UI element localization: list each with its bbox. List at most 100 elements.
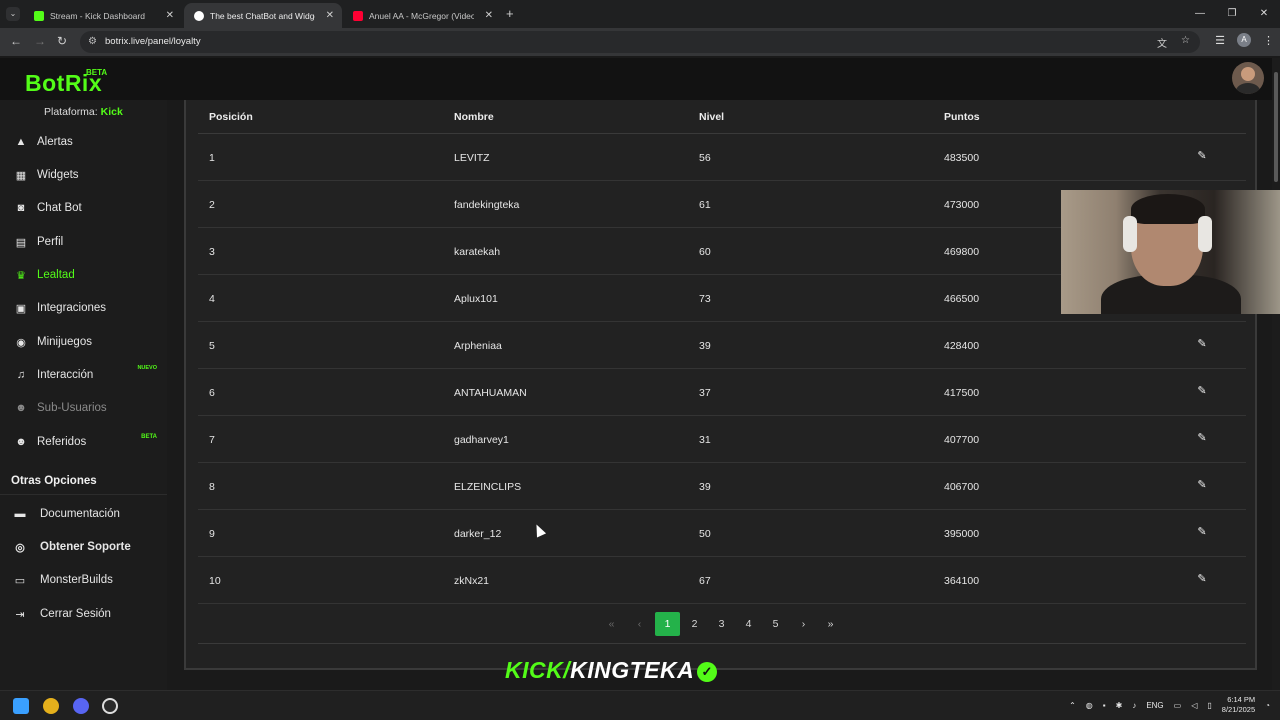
- reading-list-icon[interactable]: ☰: [1215, 34, 1225, 47]
- site-info-icon[interactable]: ⚙: [88, 36, 97, 47]
- edit-pencil-icon[interactable]: ✎: [1195, 478, 1209, 492]
- sidebar-item-minijuegos[interactable]: ◉ Minijuegos: [0, 328, 167, 356]
- tab-close-icon[interactable]: ✕: [326, 10, 334, 21]
- address-bar[interactable]: ⚙ botrix.live/panel/loyalty 文 ☆: [80, 31, 1200, 53]
- edit-pencil-icon[interactable]: ✎: [1195, 149, 1209, 163]
- next-page-button[interactable]: ›: [791, 612, 816, 636]
- minimize-icon[interactable]: —: [1184, 0, 1216, 28]
- restore-icon[interactable]: ❐: [1216, 0, 1248, 28]
- language-indicator[interactable]: ENG: [1146, 701, 1163, 710]
- edit-pencil-icon[interactable]: ✎: [1195, 431, 1209, 445]
- obs-taskbar-icon[interactable]: [102, 698, 118, 714]
- music-icon: ♫: [16, 369, 26, 381]
- header-puntos[interactable]: Puntos: [944, 111, 980, 123]
- table-row: 9 darker_12 50 395000 ✎: [198, 510, 1246, 557]
- sidebar-item-lealtad[interactable]: ♛ Lealtad: [0, 261, 167, 289]
- reload-icon[interactable]: ↻: [57, 34, 67, 48]
- sidebar-item-obtener-soporte[interactable]: ◎ Obtener Soporte: [0, 533, 167, 561]
- tab-botrix[interactable]: The best ChatBot and Widgets ✕: [184, 3, 342, 28]
- translate-icon[interactable]: 文: [1157, 35, 1167, 50]
- logout-icon: ⇥: [15, 608, 25, 621]
- sidebar-item-alertas[interactable]: ▲ Alertas: [0, 128, 167, 156]
- page-5-button[interactable]: 5: [763, 612, 788, 636]
- last-page-button[interactable]: »: [818, 612, 843, 636]
- sidebar-item-documentacion[interactable]: ▬ Documentación: [0, 500, 167, 528]
- new-tab-button[interactable]: +: [506, 6, 514, 21]
- robot-icon: ◙: [17, 202, 25, 214]
- sidebar-item-referidos[interactable]: ☻ Referidos BETA: [0, 428, 167, 456]
- users-icon: ☻: [15, 402, 27, 414]
- tab-close-icon[interactable]: ✕: [166, 10, 174, 21]
- sidebar-item-cerrar-sesion[interactable]: ⇥ Cerrar Sesión: [0, 600, 167, 628]
- sidebar-item-perfil[interactable]: ▤ Perfil: [0, 228, 167, 256]
- bluetooth-icon[interactable]: ✱: [1116, 701, 1123, 710]
- microphone-icon[interactable]: ♪: [1132, 701, 1136, 710]
- display-icon[interactable]: ▭: [1174, 701, 1182, 710]
- sidebar-item-sub-usuarios[interactable]: ☻ Sub-Usuarios: [0, 394, 167, 422]
- notification-bell-icon[interactable]: ◔: [1265, 701, 1270, 710]
- id-card-icon: ▤: [15, 236, 27, 249]
- page-1-button[interactable]: 1: [655, 612, 680, 636]
- header-nivel[interactable]: Nivel: [699, 111, 724, 123]
- table-row: 8 ELZEINCLIPS 39 406700 ✎: [198, 463, 1246, 510]
- battery-icon[interactable]: ▯: [1207, 701, 1211, 710]
- users-icon: ☻: [15, 436, 27, 448]
- first-page-button[interactable]: «: [599, 612, 624, 636]
- laptop-icon: ▭: [14, 574, 26, 587]
- scrollbar-thumb[interactable]: [1274, 72, 1278, 182]
- tab-close-icon[interactable]: ✕: [485, 10, 493, 21]
- edit-pencil-icon[interactable]: ✎: [1195, 572, 1209, 586]
- page-3-button[interactable]: 3: [709, 612, 734, 636]
- gamepad-icon: ◉: [16, 336, 26, 349]
- edit-pencil-icon[interactable]: ✎: [1195, 525, 1209, 539]
- beta-badge: BETA: [141, 434, 157, 440]
- header-posicion[interactable]: Posición: [209, 111, 253, 123]
- discord-taskbar-icon[interactable]: [73, 698, 89, 714]
- trophy-icon: ♛: [16, 269, 26, 282]
- window-controls: — ❐ ✕: [1184, 0, 1280, 28]
- loyalty-panel: Posición Nombre Nivel Puntos 1 LEVITZ 56…: [184, 100, 1257, 670]
- sidebar-item-chat-bot[interactable]: ◙ Chat Bot: [0, 194, 167, 222]
- sidebar-item-monsterbuilds[interactable]: ▭ MonsterBuilds: [0, 566, 167, 594]
- kick-channel-overlay: KICK/KINGTEKA ✓: [505, 657, 718, 684]
- page-2-button[interactable]: 2: [682, 612, 707, 636]
- sidebar-item-interaccion[interactable]: ♫ Interacción NUEVO: [0, 361, 167, 389]
- table-row: 10 zkNx21 67 364100 ✎: [198, 557, 1246, 604]
- volume-icon[interactable]: ◁: [1191, 701, 1197, 710]
- page-4-button[interactable]: 4: [736, 612, 761, 636]
- windows-taskbar: ⌃ ◍ ▪ ✱ ♪ ENG ▭ ◁ ▯ 6:14 PM 8/21/2025 ◔: [0, 690, 1280, 720]
- verified-check-icon: ✓: [697, 662, 718, 682]
- edit-pencil-icon[interactable]: ✎: [1195, 337, 1209, 351]
- tab-youtube[interactable]: Anuel AA - McGregor (Video O ✕: [343, 3, 501, 28]
- forward-icon[interactable]: →: [34, 34, 46, 48]
- sidebar-item-integraciones[interactable]: ▣ Integraciones: [0, 294, 167, 322]
- back-icon[interactable]: ←: [10, 34, 22, 48]
- bookmark-star-icon[interactable]: ☆: [1181, 35, 1190, 50]
- windows-start-icon[interactable]: [13, 698, 29, 714]
- tab-kick-dashboard[interactable]: Stream - Kick Dashboard ✕: [24, 3, 182, 28]
- pagination: « ‹ 1 2 3 4 5 › »: [198, 605, 1246, 644]
- page-scrollbar[interactable]: [1272, 58, 1280, 690]
- prev-page-button[interactable]: ‹: [627, 612, 652, 636]
- tray-expand-icon[interactable]: ⌃: [1069, 701, 1076, 710]
- puzzle-icon: ▣: [15, 302, 27, 315]
- close-window-icon[interactable]: ✕: [1248, 0, 1280, 28]
- menu-icon[interactable]: ⋮: [1263, 34, 1274, 47]
- warning-icon: ▲: [15, 136, 27, 148]
- taskbar-clock[interactable]: 6:14 PM 8/21/2025: [1222, 695, 1255, 715]
- streamer-webcam-overlay: [1061, 190, 1280, 314]
- header-nombre[interactable]: Nombre: [454, 111, 494, 123]
- other-options-heading: Otras Opciones: [11, 475, 97, 487]
- tab-search-icon[interactable]: ⌄: [6, 7, 20, 21]
- sidebar: Plataforma: Kick ▲ Alertas ▦ Widgets ◙ C…: [0, 100, 167, 690]
- profile-avatar[interactable]: A: [1237, 33, 1251, 47]
- network-icon[interactable]: ◍: [1086, 701, 1093, 710]
- nvidia-icon[interactable]: ▪: [1103, 701, 1106, 710]
- chrome-taskbar-icon[interactable]: [43, 698, 59, 714]
- new-badge: NUEVO: [137, 365, 157, 371]
- edit-pencil-icon[interactable]: ✎: [1195, 384, 1209, 398]
- user-avatar[interactable]: [1232, 62, 1264, 94]
- logo-beta-badge: BETA: [86, 68, 108, 77]
- site-header: BotRix BETA: [0, 58, 1280, 100]
- sidebar-item-widgets[interactable]: ▦ Widgets: [0, 161, 167, 189]
